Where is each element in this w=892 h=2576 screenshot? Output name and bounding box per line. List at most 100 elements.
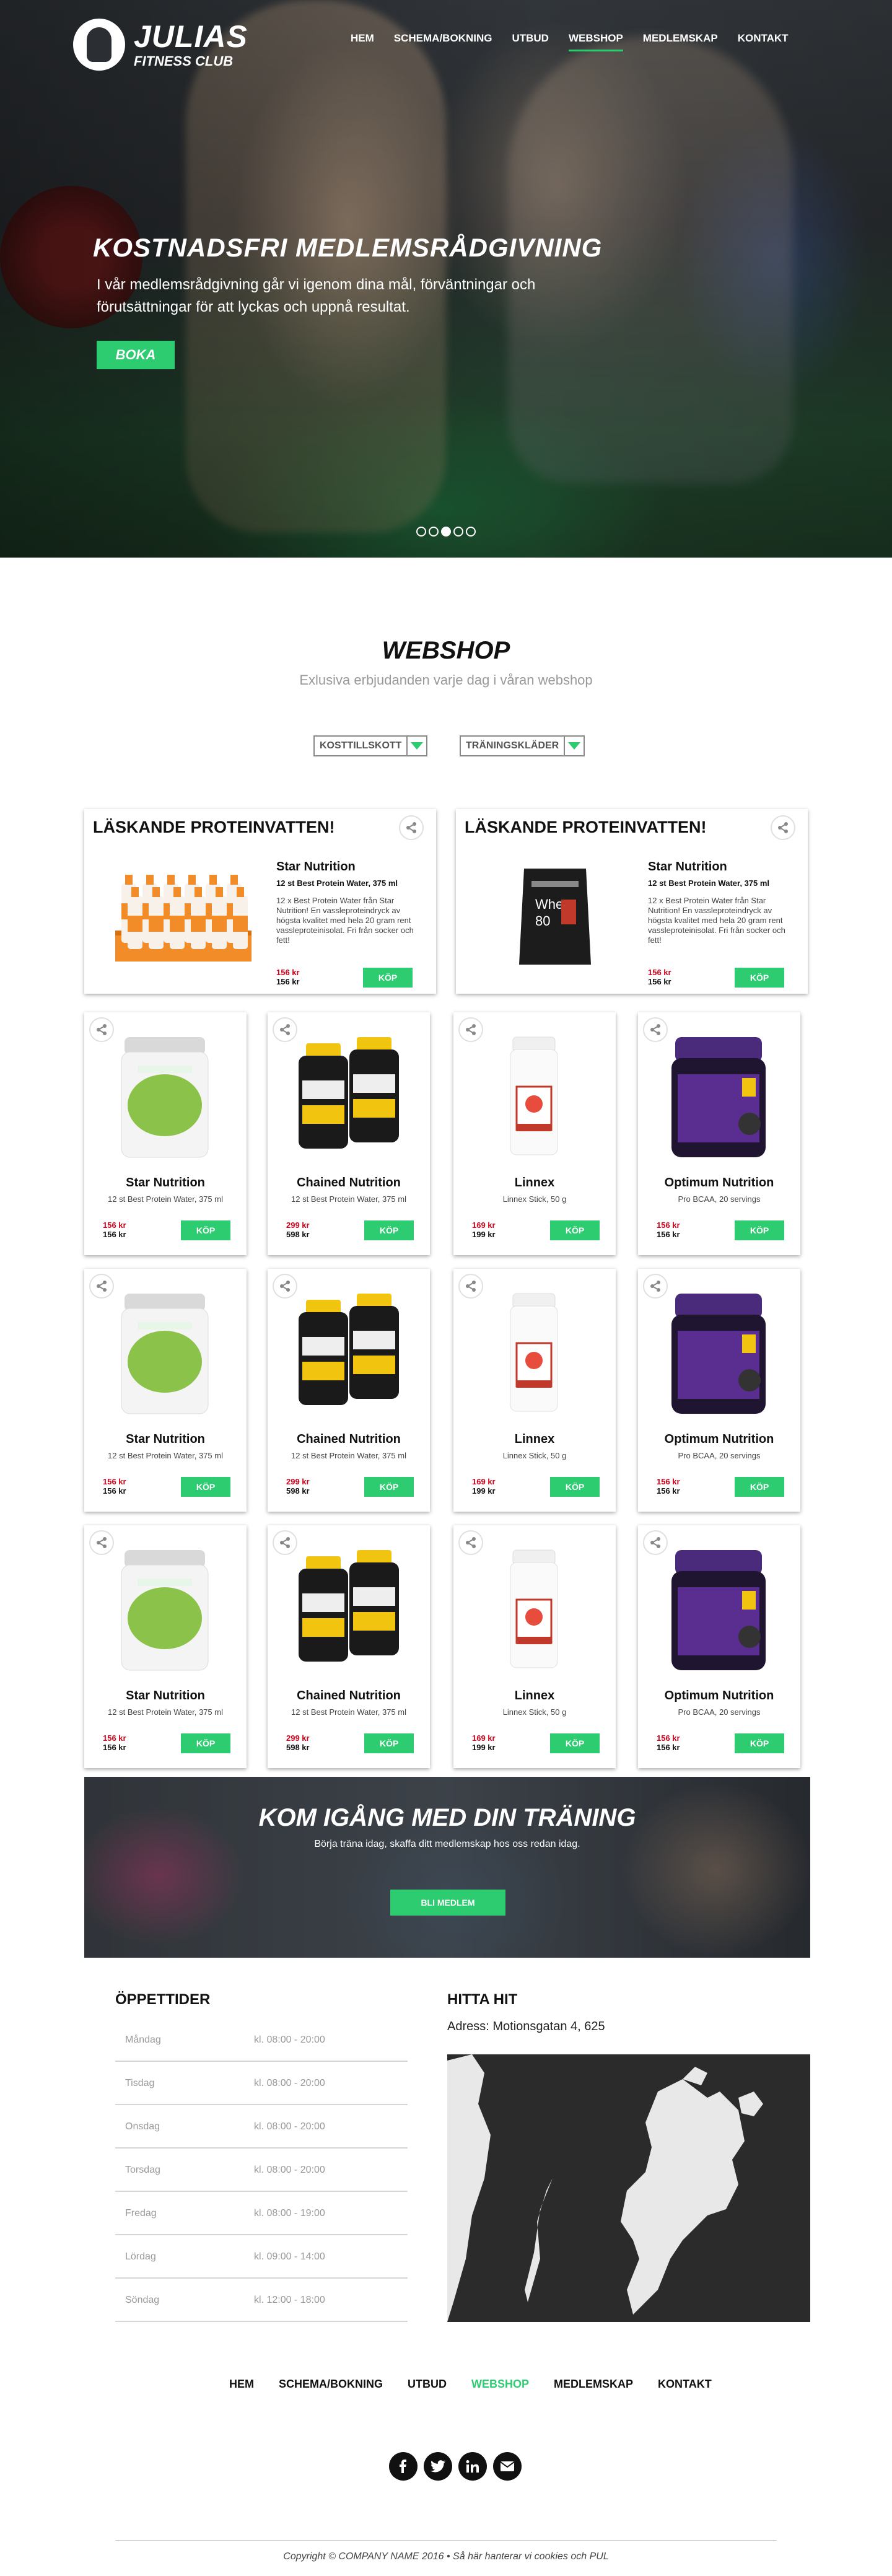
linkedin-icon[interactable]: [458, 2452, 487, 2481]
featured-product-card[interactable]: LÄSKANDE PROTEINVATTEN! Whey- 80 Star Nutri…: [456, 809, 808, 994]
price-regular: 598 kr: [286, 1486, 310, 1496]
price-regular: 199 kr: [472, 1230, 496, 1239]
svg-text:80: 80: [535, 913, 550, 929]
price-sale: 156 kr: [657, 1477, 680, 1486]
price-regular: 598 kr: [286, 1743, 310, 1752]
filter-traningsklader[interactable]: TRÄNINGSKLÄDER: [460, 735, 585, 756]
featured-product-card[interactable]: LÄSKANDE PROTEINVATTEN! Star Nutrition 12 …: [84, 809, 436, 994]
carousel-dot[interactable]: [416, 527, 426, 537]
become-member-button[interactable]: BLI MEDLEM: [390, 1890, 505, 1916]
carousel-dot[interactable]: [429, 527, 439, 537]
product-card[interactable]: Star Nutrition 12 st Best Protein Water, …: [84, 1012, 247, 1255]
product-brand: Star Nutrition: [126, 1689, 205, 1702]
product-card[interactable]: Linnex Linnex Stick, 50 g 169 kr 199 kr KÖP: [453, 1269, 616, 1512]
carousel-dot[interactable]: [453, 527, 463, 537]
product-prices: 156 kr 156 kr: [276, 968, 300, 986]
buy-button[interactable]: KÖP: [181, 1733, 230, 1753]
nav-item-kontakt[interactable]: KONTAKT: [738, 32, 789, 51]
cta-title: KOM IGÅNG MED DIN TRÄNING: [258, 1804, 636, 1831]
twitter-icon[interactable]: [424, 2452, 452, 2481]
footer-nav-utbud[interactable]: UTBUD: [408, 2378, 447, 2391]
product-brand: Optimum Nutrition: [664, 1176, 774, 1189]
buy-button[interactable]: KÖP: [364, 1220, 414, 1240]
email-icon[interactable]: [493, 2452, 522, 2481]
footer-nav-webshop[interactable]: WEBSHOP: [471, 2378, 529, 2391]
hours-time: kl. 12:00 - 18:00: [254, 2295, 325, 2305]
price-sale: 156 kr: [103, 1220, 126, 1230]
nav-item-hem[interactable]: HEM: [351, 32, 374, 51]
product-card[interactable]: Star Nutrition 12 st Best Protein Water, …: [84, 1525, 247, 1768]
buy-button[interactable]: KÖP: [735, 1733, 784, 1753]
address: Adress: Motionsgatan 4, 625: [447, 2020, 605, 2033]
find-us-title: HITTA HIT: [447, 1991, 518, 2008]
buy-button[interactable]: KÖP: [181, 1220, 230, 1240]
hours-row: Tisdag kl. 08:00 - 20:00: [115, 2062, 408, 2105]
product-prices: 299 kr 598 kr: [286, 1477, 310, 1496]
product-card[interactable]: Linnex Linnex Stick, 50 g 169 kr 199 kr KÖP: [453, 1525, 616, 1768]
logo-muscle-icon: [73, 19, 125, 71]
product-subtitle: 12 st Best Protein Water, 375 ml: [291, 1707, 406, 1717]
filter-kosttillskott[interactable]: KOSTTILLSKOTT: [313, 735, 428, 756]
product-card[interactable]: Star Nutrition 12 st Best Protein Water, …: [84, 1269, 247, 1512]
buy-button[interactable]: KÖP: [363, 968, 413, 988]
product-card[interactable]: Optimum Nutrition Pro BCAA, 20 servings 15…: [638, 1525, 800, 1768]
product-card[interactable]: Chained Nutrition 12 st Best Protein Wate…: [268, 1269, 430, 1512]
webshop-subtitle: Exlusiva erbjudanden varje dag i våran w…: [299, 672, 593, 688]
carousel-dot-active[interactable]: [441, 527, 451, 537]
product-subtitle: 12 st Best Protein Water, 375 ml: [108, 1707, 223, 1717]
hero-section: JULIAS FITNESS CLUB HEM SCHEMA/BOKNING U…: [0, 0, 892, 558]
product-card[interactable]: Linnex Linnex Stick, 50 g 169 kr 199 kr KÖP: [453, 1012, 616, 1255]
buy-button[interactable]: KÖP: [364, 1733, 414, 1753]
share-icon[interactable]: [771, 815, 795, 840]
facebook-icon[interactable]: [389, 2452, 418, 2481]
footer-nav-schema[interactable]: SCHEMA/BOKNING: [279, 2378, 383, 2391]
buy-button[interactable]: KÖP: [735, 1477, 784, 1497]
product-brand: Optimum Nutrition: [664, 1689, 774, 1702]
social-links: [389, 2452, 528, 2481]
product-prices: 156 kr 156 kr: [103, 1220, 126, 1239]
hours-time: kl. 08:00 - 19:00: [254, 2208, 325, 2219]
product-card[interactable]: Chained Nutrition 12 st Best Protein Wate…: [268, 1525, 430, 1768]
footer-nav-hem[interactable]: HEM: [229, 2378, 254, 2391]
buy-button[interactable]: KÖP: [550, 1220, 600, 1240]
buy-button[interactable]: KÖP: [364, 1477, 414, 1497]
hours-row: Torsdag kl. 08:00 - 20:00: [115, 2149, 408, 2192]
buy-button[interactable]: KÖP: [550, 1477, 600, 1497]
nav-item-schema[interactable]: SCHEMA/BOKNING: [394, 32, 492, 51]
carousel-dot[interactable]: [466, 527, 476, 537]
site-logo[interactable]: JULIAS FITNESS CLUB: [73, 19, 248, 71]
footer-nav-medlemskap[interactable]: MEDLEMSKAP: [554, 2378, 633, 2391]
product-image: [292, 1287, 404, 1417]
hours-day: Tisdag: [125, 2078, 155, 2088]
product-subtitle: Linnex Stick, 50 g: [502, 1707, 567, 1717]
hours-day: Söndag: [125, 2295, 160, 2305]
footer-nav-kontakt[interactable]: KONTAKT: [658, 2378, 712, 2391]
buy-button[interactable]: KÖP: [735, 968, 784, 988]
location-map[interactable]: [447, 2054, 810, 2322]
footer-nav: HEM SCHEMA/BOKNING UTBUD WEBSHOP MEDLEMS…: [229, 2378, 737, 2391]
buy-button[interactable]: KÖP: [550, 1733, 600, 1753]
hours-time: kl. 08:00 - 20:00: [254, 2121, 325, 2132]
nav-item-utbud[interactable]: UTBUD: [512, 32, 549, 51]
buy-button[interactable]: KÖP: [735, 1220, 784, 1240]
hours-time: kl. 09:00 - 14:00: [254, 2251, 325, 2262]
product-subtitle: 12 st Best Protein Water, 375 ml: [291, 1194, 406, 1204]
share-icon[interactable]: [399, 815, 424, 840]
hours-day: Torsdag: [125, 2165, 160, 2175]
product-card[interactable]: Chained Nutrition 12 st Best Protein Wate…: [268, 1012, 430, 1255]
price-regular: 156 kr: [657, 1230, 680, 1239]
price-regular: 156 kr: [657, 1743, 680, 1752]
book-button[interactable]: BOKA: [97, 341, 175, 369]
nav-item-medlemskap[interactable]: MEDLEMSKAP: [643, 32, 718, 51]
nav-item-webshop[interactable]: WEBSHOP: [568, 32, 623, 51]
product-prices: 299 kr 598 kr: [286, 1220, 310, 1239]
product-brand: Chained Nutrition: [297, 1689, 401, 1702]
product-card[interactable]: Optimum Nutrition Pro BCAA, 20 servings 15…: [638, 1269, 800, 1512]
footer-divider: [115, 2540, 777, 2541]
filter-label: TRÄNINGSKLÄDER: [466, 740, 559, 751]
price-regular: 156 kr: [657, 1486, 680, 1496]
cta-banner: KOM IGÅNG MED DIN TRÄNING Börja träna id…: [84, 1777, 810, 1958]
product-card[interactable]: Optimum Nutrition Pro BCAA, 20 servings 15…: [638, 1012, 800, 1255]
buy-button[interactable]: KÖP: [181, 1477, 230, 1497]
product-prices: 169 kr 199 kr: [472, 1477, 496, 1496]
